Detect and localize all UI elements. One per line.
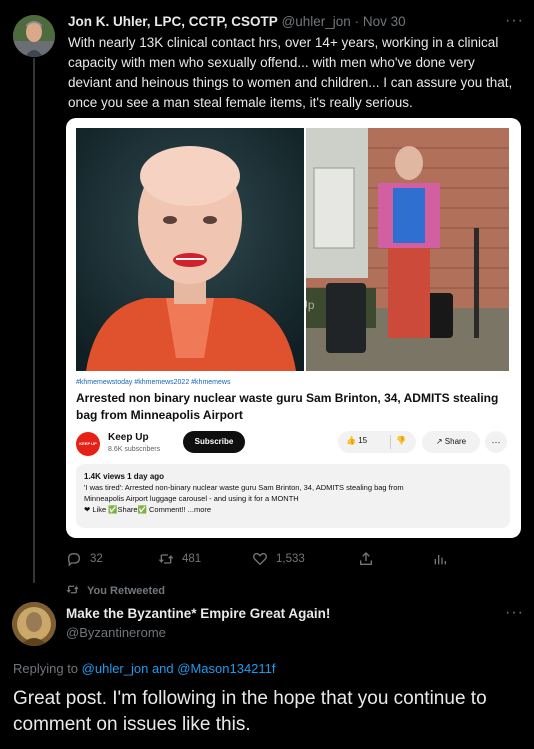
portrait-photo-icon [76, 128, 304, 371]
header-separator: · [354, 14, 360, 29]
channel-name[interactable]: Keep Up [108, 432, 149, 443]
video-hashtags[interactable]: #khmemewstoday #khmemews2022 #khmemews [76, 379, 230, 386]
media-card[interactable]: ©Keep Up #khmemewstoday #khmemews2022 #k… [66, 118, 521, 538]
reply-author-handle[interactable]: @Byzantinerome [66, 625, 166, 640]
like-count: 1,533 [276, 553, 305, 565]
retweet-button[interactable]: 481 [158, 548, 201, 570]
video-views: 1.4K views 1 day ago [84, 472, 165, 481]
subscribe-button[interactable]: Subscribe [183, 431, 245, 453]
video-more-button[interactable]: ··· [485, 431, 507, 453]
airport-photo-image: ©Keep Up [306, 128, 509, 371]
heart-icon [253, 552, 267, 566]
description-line: Minneapolis Airport luggage carousel - a… [84, 494, 299, 503]
description-line: 'I was tired': Arrested non-binary nucle… [84, 483, 404, 492]
description-line: ❤ Like ✅Share✅ Comment!! ...more [84, 505, 212, 514]
tweet-date[interactable]: Nov 30 [363, 14, 406, 29]
video-like-count: 15 [358, 436, 368, 445]
retweet-count: 481 [182, 553, 202, 565]
reply-button[interactable]: 32 [66, 548, 103, 570]
channel-subscribers: 8.6K subscribers [108, 446, 161, 453]
avatar-photo-icon [13, 15, 55, 57]
reply-author-name[interactable]: Make the Byzantine* Empire Great Again! [66, 606, 330, 621]
video-share-button[interactable]: ↗ Share [422, 431, 480, 453]
video-title[interactable]: Arrested non binary nuclear waste guru S… [76, 390, 516, 424]
reply-count: 32 [90, 553, 103, 565]
reply-author-avatar[interactable] [12, 602, 56, 646]
channel-logo[interactable]: KEEP UP [76, 432, 100, 456]
retweeted-indicator[interactable]: You Retweeted [66, 584, 165, 597]
tweet-more-button[interactable]: ··· [505, 12, 524, 30]
watermark-text: ©Keep Up [306, 298, 315, 312]
thumbs-up-icon[interactable]: 👍 15 [346, 436, 367, 445]
author-name[interactable]: Jon K. Uhler, LPC, CCTP, CSOTP [68, 14, 278, 29]
like-dislike-pill[interactable]: 👍 15 👎 [338, 431, 416, 453]
mosaic-portrait-icon [12, 602, 56, 646]
analytics-icon [434, 555, 446, 565]
like-button[interactable]: 1,533 [252, 548, 305, 570]
street-photo-icon [306, 128, 509, 371]
pill-divider [390, 435, 391, 449]
tweet-actions: 32 481 1,533 [66, 548, 476, 570]
retweet-icon [158, 554, 174, 564]
replying-and: and [148, 661, 178, 676]
mention-link[interactable]: @uhler_jon [82, 661, 149, 676]
tweet-text: With nearly 13K clinical contact hrs, ov… [68, 35, 513, 110]
reply-text: Great post. I'm following in the hope th… [13, 688, 487, 735]
thumbs-down-icon[interactable]: 👎 [396, 436, 406, 445]
retweet-small-icon [66, 585, 79, 594]
replying-prefix: Replying to [13, 661, 82, 676]
replying-to: Replying to @uhler_jon and @Mason134211f [13, 661, 276, 676]
tweet-header: Jon K. Uhler, LPC, CCTP, CSOTP @uhler_jo… [68, 14, 406, 29]
analytics-button[interactable] [432, 548, 448, 570]
author-avatar[interactable] [13, 15, 55, 57]
video-description[interactable]: 1.4K views 1 day ago 'I was tired': Arre… [76, 464, 510, 528]
mention-link[interactable]: @Mason134211f [177, 661, 275, 676]
reply-icon [67, 552, 81, 567]
portrait-image [76, 128, 304, 371]
share-icon [360, 552, 372, 565]
retweeted-label: You Retweeted [87, 585, 166, 597]
share-button[interactable] [358, 548, 374, 570]
reply-more-button[interactable]: ··· [505, 604, 524, 622]
author-handle[interactable]: @uhler_jon [282, 14, 351, 29]
thread-connector-line [33, 58, 35, 583]
